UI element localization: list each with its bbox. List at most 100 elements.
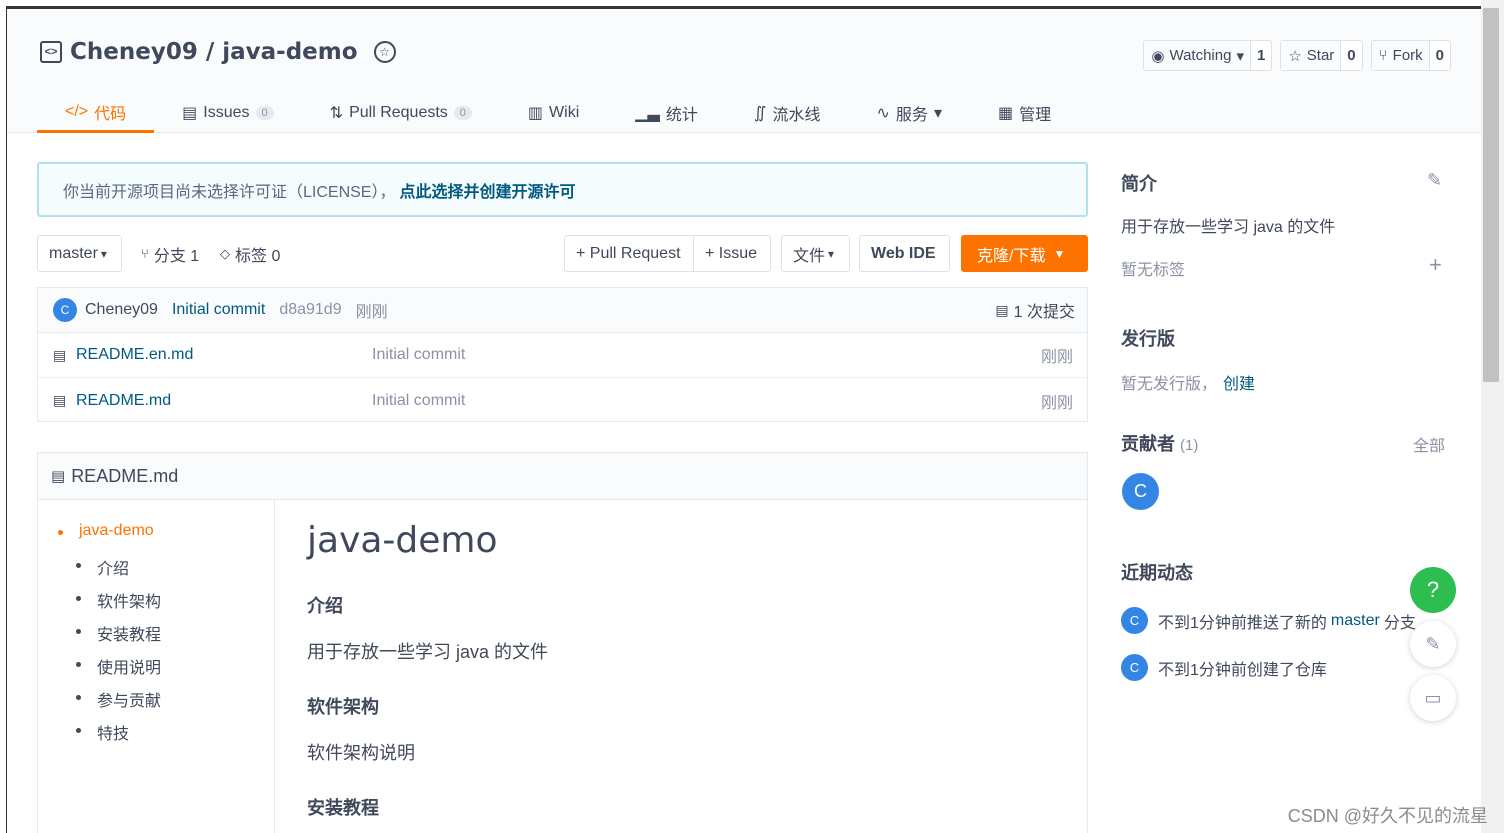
toc-item[interactable]: 软件架构 bbox=[38, 588, 274, 621]
new-issue-button[interactable]: + Issue bbox=[693, 235, 771, 272]
add-tag-icon[interactable]: + bbox=[1429, 252, 1442, 278]
star-button[interactable]: ☆ Star 0 bbox=[1280, 40, 1363, 71]
chat-button[interactable]: ▭ bbox=[1410, 675, 1456, 721]
file-row[interactable]: ▤ README.md Initial commit 刚刚 bbox=[38, 378, 1087, 423]
file-icon: ▤ bbox=[51, 468, 66, 485]
tab-label: Pull Requests bbox=[349, 104, 448, 121]
commit-author[interactable]: Cheney09 bbox=[85, 301, 158, 319]
avatar[interactable]: C bbox=[1121, 654, 1148, 681]
pulse-icon: ∿ bbox=[876, 105, 890, 122]
code-icon: </> bbox=[65, 102, 89, 120]
web-ide-button[interactable]: Web IDE bbox=[859, 235, 950, 272]
repo-toolbar: master ▾ ⑂ 分支 1 ◇ 标签 0 + Pull Request + Iss… bbox=[37, 235, 1088, 272]
toc-item[interactable]: 参与贡献 bbox=[38, 687, 274, 720]
commit-time: 刚刚 bbox=[355, 304, 388, 321]
tab-wiki[interactable]: ▥ Wiki bbox=[500, 93, 607, 133]
star-count[interactable]: 0 bbox=[1341, 41, 1361, 70]
no-tags-text: 暂无标签 bbox=[1121, 262, 1186, 279]
avatar[interactable]: C bbox=[53, 298, 77, 322]
activity-item: C 不到1分钟前创建了仓库 bbox=[1121, 654, 1327, 681]
watch-button[interactable]: ◉ Watching ▾ 1 bbox=[1143, 40, 1273, 71]
tab-services[interactable]: ∿ 服务 ▾ bbox=[849, 93, 970, 133]
new-pull-request-button[interactable]: + Pull Request bbox=[564, 235, 694, 272]
readme-header: ▤ README.md bbox=[38, 453, 1087, 500]
tab-stats[interactable]: ▁▃ 统计 bbox=[607, 93, 726, 133]
toc-item[interactable]: java-demo bbox=[38, 522, 274, 555]
repo-code-icon: <> bbox=[40, 41, 62, 63]
commit-hash[interactable]: d8a91d9 bbox=[279, 301, 341, 319]
commit-count: 1 次提交 bbox=[1013, 304, 1075, 321]
tab-label: Issues bbox=[203, 104, 250, 121]
repo-name[interactable]: Cheney09 / java-demo bbox=[70, 39, 358, 65]
avatar[interactable]: C bbox=[1122, 473, 1159, 510]
tags-link[interactable]: ◇ 标签 0 bbox=[220, 235, 280, 272]
tag-icon: ◇ bbox=[220, 245, 230, 261]
chat-icon: ▭ bbox=[1424, 687, 1442, 708]
tab-pipeline[interactable]: ∬ 流水线 bbox=[726, 93, 849, 133]
fork-icon: ⑂ bbox=[1378, 47, 1388, 64]
repo-title: <> Cheney09 / java-demo ☆ bbox=[40, 39, 396, 65]
fork-label: Fork bbox=[1392, 47, 1423, 64]
star-label: Star bbox=[1306, 47, 1335, 64]
commit-message[interactable]: Initial commit bbox=[172, 301, 265, 319]
section-heading: 介绍 bbox=[307, 596, 343, 616]
chart-icon: ▁▃ bbox=[635, 105, 660, 122]
repo-actions: ◉ Watching ▾ 1 ☆ Star 0 ⑂ Fork 0 bbox=[1143, 40, 1451, 71]
tab-manage[interactable]: ▦ 管理 bbox=[970, 93, 1079, 133]
activity-text: 不到1分钟前推送了新的 bbox=[1158, 614, 1327, 632]
intro-title: 简介 bbox=[1121, 174, 1157, 194]
branch-label: master bbox=[49, 244, 98, 262]
tags-label: 标签 0 bbox=[235, 247, 281, 265]
license-text: 你当前开源项目尚未选择许可证（LICENSE）， bbox=[63, 183, 396, 201]
file-name[interactable]: README.en.md bbox=[76, 346, 193, 364]
tab-label: 流水线 bbox=[772, 107, 821, 124]
toc-item[interactable]: 使用说明 bbox=[38, 654, 274, 687]
readme-toc: java-demo 介绍 软件架构 安装教程 使用说明 参与贡献 特技 bbox=[38, 500, 275, 833]
create-release-link[interactable]: 创建 bbox=[1223, 376, 1255, 393]
files-menu-button[interactable]: 文件 ▾ bbox=[781, 235, 850, 272]
create-license-link[interactable]: 点此选择并创建开源许可 bbox=[399, 178, 575, 202]
all-contributors-link[interactable]: 全部 bbox=[1413, 432, 1445, 456]
section-text: 软件架构说明 bbox=[307, 743, 415, 763]
branches-link[interactable]: ⑂ 分支 1 bbox=[141, 235, 199, 272]
watch-count[interactable]: 1 bbox=[1251, 41, 1271, 70]
avatar[interactable]: C bbox=[1121, 607, 1148, 634]
readme-heading: java-demo bbox=[307, 520, 498, 561]
commit-icon: ▤ bbox=[995, 301, 1009, 318]
pipeline-icon: ∬ bbox=[753, 105, 767, 122]
toc-item[interactable]: 安装教程 bbox=[38, 621, 274, 654]
file-row[interactable]: ▤ README.en.md Initial commit 刚刚 bbox=[38, 333, 1087, 378]
branches-label: 分支 1 bbox=[153, 247, 200, 265]
fork-count[interactable]: 0 bbox=[1430, 41, 1450, 70]
files-label: 文件 bbox=[793, 247, 826, 265]
tab-label: Wiki bbox=[549, 104, 580, 121]
activity-item: C 不到1分钟前推送了新的 master 分支 bbox=[1121, 607, 1416, 634]
file-commit-message[interactable]: Initial commit bbox=[372, 392, 465, 410]
branch-select[interactable]: master ▾ bbox=[37, 235, 122, 272]
tab-label: 统计 bbox=[665, 107, 698, 124]
toc-item[interactable]: 介绍 bbox=[38, 555, 274, 588]
activity-branch-link[interactable]: master bbox=[1331, 612, 1380, 630]
edit-icon[interactable]: ✎ bbox=[1427, 170, 1442, 191]
watch-label: Watching bbox=[1169, 47, 1232, 64]
tab-issues[interactable]: ▤ Issues 0 bbox=[154, 93, 302, 133]
help-button[interactable]: ? bbox=[1410, 567, 1456, 613]
fork-button[interactable]: ⑂ Fork 0 bbox=[1370, 40, 1451, 71]
readme-title: README.md bbox=[71, 465, 179, 486]
file-time: 刚刚 bbox=[1040, 349, 1073, 366]
award-icon[interactable]: ☆ bbox=[373, 41, 396, 63]
clone-download-button[interactable]: 克隆/下载 ▼ bbox=[961, 235, 1088, 272]
activity-title: 近期动态 bbox=[1121, 563, 1193, 583]
caret-down-icon: ▾ bbox=[828, 246, 835, 261]
toc-item[interactable]: 特技 bbox=[38, 720, 274, 753]
scrollbar-thumb[interactable] bbox=[1483, 8, 1499, 382]
file-name[interactable]: README.md bbox=[76, 392, 171, 410]
activity-text: 不到1分钟前创建了仓库 bbox=[1158, 661, 1327, 679]
commit-list: C Cheney09 Initial commit d8a91d9 刚刚 ▤ 1 … bbox=[37, 287, 1088, 422]
tab-code[interactable]: </> 代码 bbox=[37, 93, 155, 133]
file-commit-message[interactable]: Initial commit bbox=[372, 346, 465, 364]
commit-count-link[interactable]: ▤ 1 次提交 bbox=[995, 298, 1075, 322]
wiki-icon: ▥ bbox=[527, 105, 544, 122]
tab-pull-requests[interactable]: ⇅ Pull Requests 0 bbox=[302, 93, 500, 133]
feedback-edit-button[interactable]: ✎ bbox=[1410, 621, 1456, 667]
